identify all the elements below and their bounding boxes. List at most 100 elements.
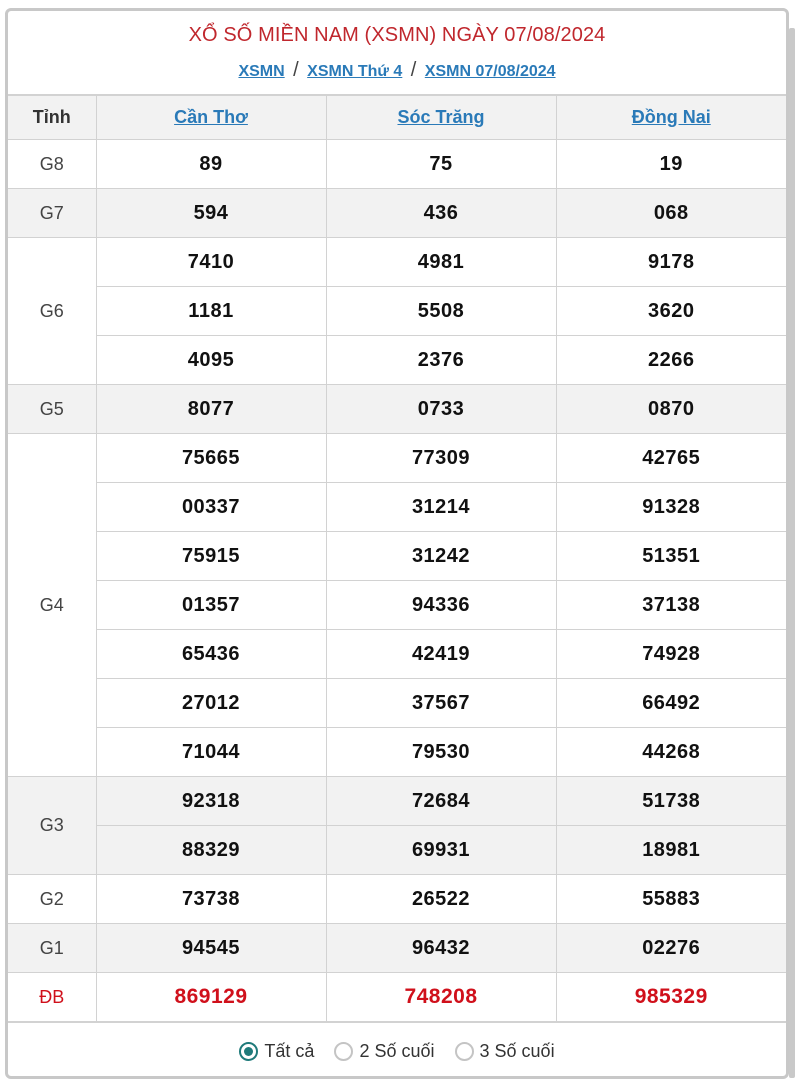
prize-number: 4095	[96, 335, 327, 385]
prize-label: G4	[8, 433, 97, 777]
filter-option-all[interactable]: Tất cả	[239, 1041, 314, 1062]
prize-number: 65436	[96, 629, 327, 679]
breadcrumb-separator: /	[410, 59, 417, 81]
prize-number: 75915	[96, 531, 327, 581]
prize-number: 94545	[95, 923, 327, 973]
prize-number: 75665	[95, 433, 327, 483]
prize-number: 869129	[95, 972, 327, 1022]
prize-label: G1	[8, 923, 97, 973]
radio-unchecked-icon[interactable]	[454, 1042, 474, 1061]
filter-option-label: 3 Số cuối	[479, 1041, 555, 1061]
prize-row-db: ĐB 869129 748208 985329	[8, 972, 786, 1022]
prize-number: 19	[555, 139, 786, 189]
filter-option-3-digits[interactable]: 3 Số cuối	[454, 1041, 555, 1062]
prize-row-g2: G2 73738 26522 55883	[8, 874, 786, 924]
filter-option-label: 2 Số cuối	[359, 1041, 435, 1061]
prize-number: 44268	[555, 727, 786, 777]
results-card: XỔ SỐ MIỀN NAM (XSMN) NGÀY 07/08/2024 XS…	[5, 8, 789, 1079]
prize-row-g3: G3 92318 72684 51738	[8, 776, 786, 875]
breadcrumb-link-xsmn-thu-4[interactable]: XSMN Thứ 4	[307, 63, 402, 80]
province-link-soc-trang[interactable]: Sóc Trăng	[397, 107, 484, 127]
breadcrumb-separator: /	[293, 59, 299, 81]
column-header-can-tho: Cần Thơ	[95, 95, 327, 140]
prize-row-g7: G7 594 436 068	[8, 188, 786, 238]
prize-row-g4: G4 75665 77309 42765	[8, 433, 786, 777]
prize-label: G7	[8, 188, 97, 238]
province-link-can-tho[interactable]: Cần Thơ	[174, 107, 248, 127]
prize-number: 2376	[325, 335, 557, 385]
prize-number: 748208	[325, 972, 557, 1022]
prize-number: 89	[95, 139, 327, 189]
prize-row-g8: G8 89 75 19	[8, 139, 786, 189]
prize-number: 8077	[95, 384, 327, 434]
prize-row-g1: G1 94545 96432 02276	[8, 923, 786, 973]
prize-number: 42765	[555, 433, 786, 483]
prize-number: 594	[95, 188, 327, 238]
prize-number: 72684	[325, 776, 557, 826]
prize-number: 71044	[96, 727, 327, 777]
results-table: Tỉnh Cần Thơ Sóc Trăng Đồng Nai G8 89 75 19…	[8, 95, 786, 1022]
prize-table-body: G8 89 75 19 G7 594 436 068 G6 7410 4981 9178 1181 550…	[8, 139, 786, 1022]
prize-number: 31242	[325, 531, 557, 581]
column-header-province: Tỉnh	[8, 95, 97, 140]
prize-label: G6	[8, 237, 97, 385]
province-link-dong-nai[interactable]: Đồng Nai	[632, 107, 711, 127]
prize-number: 37138	[555, 580, 786, 630]
filter-option-label: Tất cả	[264, 1041, 315, 1061]
prize-number: 75	[325, 139, 557, 189]
prize-label: G3	[8, 776, 97, 875]
breadcrumb-link-xsmn-date[interactable]: XSMN 07/08/2024	[425, 63, 556, 80]
prize-label: G5	[8, 384, 97, 434]
column-header-dong-nai: Đồng Nai	[555, 95, 786, 140]
page-scrollbar[interactable]	[789, 28, 795, 1078]
prize-number: 66492	[555, 678, 786, 728]
prize-number: 18981	[555, 825, 786, 875]
prize-number: 94336	[325, 580, 557, 630]
prize-row-g4: 65436 42419 74928	[8, 629, 786, 679]
prize-number: 2266	[555, 335, 786, 385]
prize-number: 0870	[555, 384, 786, 434]
prize-number: 77309	[325, 433, 557, 483]
prize-number: 5508	[325, 286, 557, 336]
prize-number: 42419	[325, 629, 557, 679]
radio-unchecked-icon[interactable]	[334, 1042, 354, 1061]
page-title: XỔ SỐ MIỀN NAM (XSMN) NGÀY 07/08/2024	[188, 24, 606, 46]
prize-number: 73738	[95, 874, 327, 924]
prize-number: 55883	[555, 874, 786, 924]
prize-number: 51351	[555, 531, 786, 581]
prize-row-g5: G5 8077 0733 0870	[8, 384, 786, 434]
breadcrumb-link-xsmn[interactable]: XSMN	[238, 63, 284, 80]
prize-number: 37567	[325, 678, 557, 728]
prize-number: 9178	[555, 237, 786, 287]
prize-number: 31214	[325, 482, 557, 532]
prize-number: 27012	[96, 678, 327, 728]
prize-number: 4981	[325, 237, 557, 287]
prize-row-g4: 71044 79530 44268	[8, 727, 786, 777]
prize-number: 7410	[95, 237, 327, 287]
prize-number: 02276	[555, 923, 786, 973]
prize-number: 985329	[555, 972, 786, 1022]
prize-number: 51738	[555, 776, 786, 826]
prize-row-g4: 01357 94336 37138	[8, 580, 786, 630]
filter-option-2-digits[interactable]: 2 Số cuối	[334, 1041, 435, 1062]
prize-number: 1181	[96, 286, 327, 336]
prize-number: 3620	[555, 286, 786, 336]
radio-checked-icon[interactable]	[239, 1042, 259, 1061]
column-header-soc-trang: Sóc Trăng	[325, 95, 557, 140]
prize-row-g4: 00337 31214 91328	[8, 482, 786, 532]
prize-number: 26522	[325, 874, 557, 924]
digit-filter: Tất cả 2 Số cuối 3 Số cuối	[8, 1022, 786, 1076]
prize-number: 068	[555, 188, 786, 238]
breadcrumb: XSMN / XSMN Thứ 4 / XSMN 07/08/2024	[8, 59, 786, 82]
prize-number: 69931	[325, 825, 557, 875]
prize-number: 00337	[96, 482, 327, 532]
prize-row-g4: 27012 37567 66492	[8, 678, 786, 728]
prize-number: 88329	[96, 825, 327, 875]
table-header-row: Tỉnh Cần Thơ Sóc Trăng Đồng Nai	[8, 95, 786, 140]
results-header: XỔ SỐ MIỀN NAM (XSMN) NGÀY 07/08/2024 XS…	[8, 11, 786, 95]
prize-row-g3: 88329 69931 18981	[8, 825, 786, 875]
prize-label: G2	[8, 874, 97, 924]
prize-number: 436	[325, 188, 557, 238]
prize-number: 0733	[325, 384, 557, 434]
prize-row-g6: G6 7410 4981 9178	[8, 237, 786, 385]
